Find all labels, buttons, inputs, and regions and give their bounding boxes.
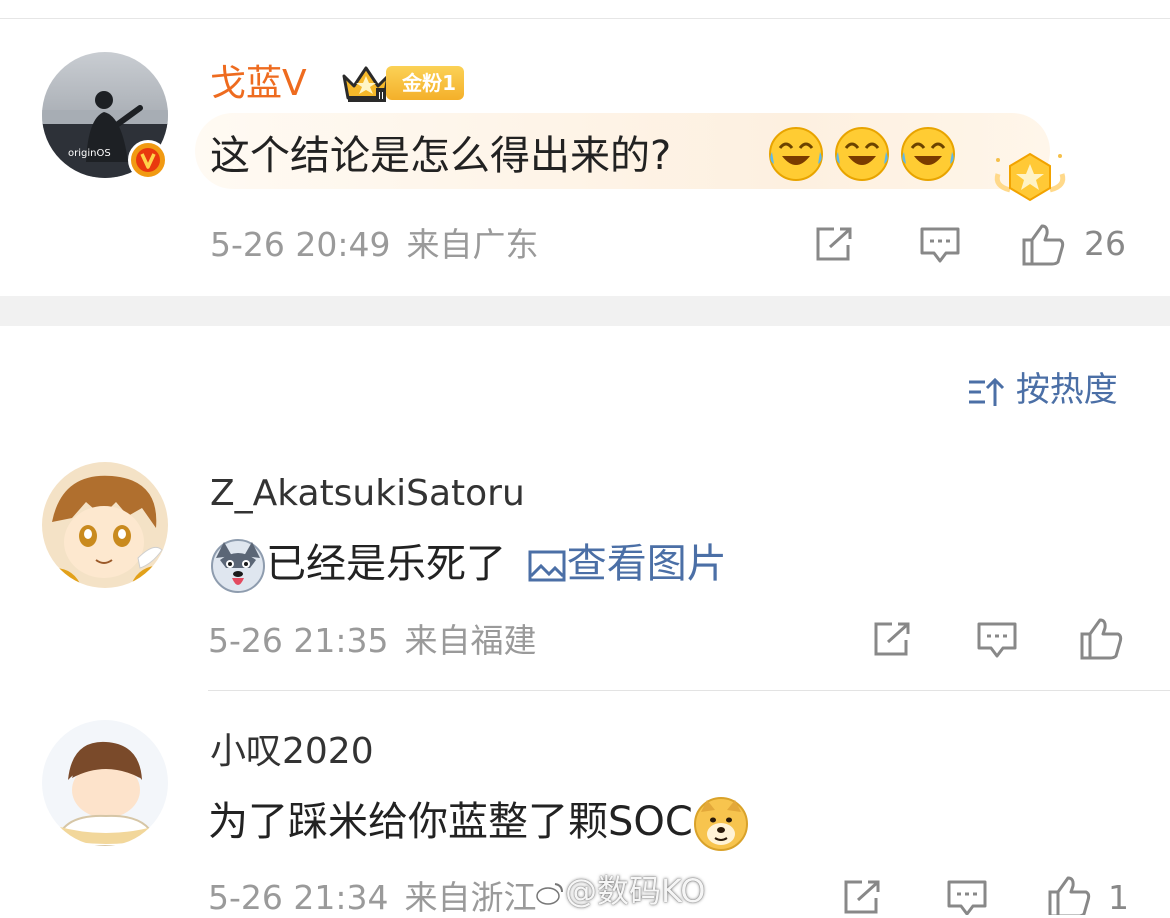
doge-emoji xyxy=(693,797,748,851)
like-button[interactable]: 26 xyxy=(1020,222,1130,266)
laugh-cry-emoji xyxy=(901,127,955,181)
avatar[interactable] xyxy=(42,462,168,588)
like-count: 26 xyxy=(1084,224,1126,263)
share-icon xyxy=(816,227,852,261)
svg-text:originOS: originOS xyxy=(68,148,111,159)
thumbs-up-icon xyxy=(1080,618,1123,660)
username[interactable]: 戈蓝V xyxy=(210,62,307,106)
comment-text: 已经是乐死了 xyxy=(266,541,506,587)
crown-icon: II xyxy=(340,62,392,104)
top-divider xyxy=(0,18,1170,19)
watermark-text: @数码KO xyxy=(565,872,706,910)
sort-icon xyxy=(969,377,1005,406)
share-button[interactable] xyxy=(840,878,884,915)
comment-meta: 5-26 21:34 来自浙江 xyxy=(208,878,537,918)
laugh-cry-emoji xyxy=(769,127,823,181)
comment-date: 5-26 21:34 xyxy=(208,878,389,917)
comment-body: 为了踩米给你蓝整了颗SOC xyxy=(208,794,749,852)
comment-date: 5-26 21:35 xyxy=(208,621,389,660)
share-icon xyxy=(874,622,910,656)
reply-button[interactable] xyxy=(918,225,962,265)
avatar[interactable] xyxy=(42,720,168,846)
comment-icon xyxy=(947,880,987,915)
comment-divider xyxy=(208,690,1170,691)
like-button[interactable]: 1 xyxy=(1046,874,1136,915)
reply-button[interactable] xyxy=(975,620,1019,660)
comment-icon xyxy=(920,227,960,263)
thumbs-up-icon xyxy=(1048,876,1091,915)
star-medal-icon xyxy=(990,146,1070,206)
sort-by-hot-button[interactable]: 按热度 xyxy=(965,370,1118,410)
weibo-logo-icon xyxy=(536,883,563,905)
verified-badge-icon xyxy=(128,140,168,180)
comment-meta: 5-26 20:49 来自广东 xyxy=(210,225,539,265)
view-image-link[interactable]: 查看图片 xyxy=(527,541,727,587)
like-count: 1 xyxy=(1108,878,1129,915)
image-icon xyxy=(528,550,566,582)
username[interactable]: 小叹2020 xyxy=(210,730,374,774)
username[interactable]: Z_AkatsukiSatoru xyxy=(210,472,525,516)
section-gap xyxy=(0,296,1170,326)
emoji-row xyxy=(768,126,960,182)
comment-location: 来自浙江 xyxy=(404,878,537,917)
comment-location: 来自广东 xyxy=(406,225,539,264)
share-button[interactable] xyxy=(812,225,856,265)
sort-label: 按热度 xyxy=(1015,370,1118,410)
share-button[interactable] xyxy=(870,620,914,660)
fan-level-badge: 金粉1 xyxy=(386,66,464,100)
reply-button[interactable] xyxy=(945,878,989,915)
comment-meta: 5-26 21:35 来自福建 xyxy=(208,621,537,661)
comment-body: 已经是乐死了 查看图片 xyxy=(210,536,727,594)
comment-icon xyxy=(977,622,1017,658)
watermark: @数码KO xyxy=(535,866,705,912)
view-image-label: 查看图片 xyxy=(566,541,727,587)
laugh-cry-emoji xyxy=(835,127,889,181)
comment-location: 来自福建 xyxy=(404,621,537,660)
comment-text: 为了踩米给你蓝整了颗SOC xyxy=(208,799,693,845)
svg-text:II: II xyxy=(378,91,384,102)
thumbs-up-icon xyxy=(1022,224,1065,266)
husky-emoji xyxy=(211,539,265,593)
comment-text: 这个结论是怎么得出来的? xyxy=(210,133,672,179)
like-button[interactable] xyxy=(1078,616,1128,660)
comment-date: 5-26 20:49 xyxy=(210,225,391,264)
share-icon xyxy=(844,880,880,914)
